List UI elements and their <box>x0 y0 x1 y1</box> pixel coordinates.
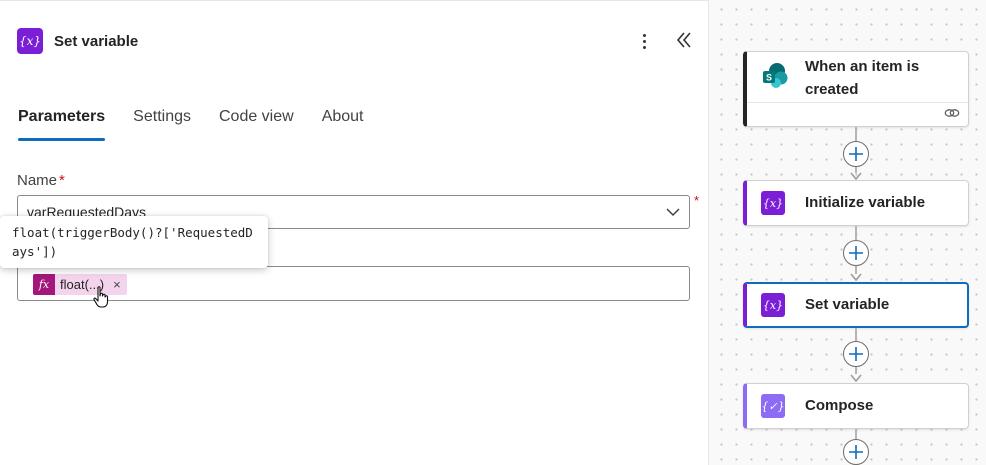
add-step-button[interactable] <box>843 439 869 465</box>
plus-icon <box>849 347 863 361</box>
compose-node[interactable]: {✓} Compose <box>743 383 969 429</box>
properties-panel: {x} Set variable Parameters Settings Cod… <box>0 0 708 465</box>
add-step-button[interactable] <box>843 240 869 266</box>
arrow-down-icon <box>850 273 862 281</box>
variable-icon: {x} <box>761 293 785 317</box>
tab-code-view[interactable]: Code view <box>219 105 294 141</box>
remove-token-button[interactable]: × <box>113 277 121 292</box>
panel-title: Set variable <box>54 32 139 50</box>
initialize-variable-node[interactable]: {x} Initialize variable <box>743 180 969 226</box>
value-input[interactable]: fx float(...) × <box>17 266 690 301</box>
sharepoint-icon: S <box>763 63 788 88</box>
connector-line <box>855 328 857 341</box>
variable-icon: {x} <box>761 191 785 215</box>
more-dot-icon <box>642 45 646 49</box>
hand-pointer-icon <box>93 286 109 308</box>
plus-icon <box>849 445 863 459</box>
collapse-panel-button[interactable] <box>674 29 694 51</box>
node-divider <box>747 102 968 103</box>
tooltip-expression: float(triggerBody()?['RequestedDays']) <box>12 225 253 259</box>
connector-line <box>855 367 857 374</box>
trigger-node-label: When an item is created <box>805 58 920 98</box>
required-marker: * <box>59 172 65 189</box>
set-variable-label: Set variable <box>805 296 890 313</box>
svg-text:S: S <box>766 73 772 83</box>
add-step-button[interactable] <box>843 341 869 367</box>
name-label-text: Name <box>17 172 58 189</box>
compose-label: Compose <box>805 397 874 414</box>
more-dot-icon <box>642 39 646 43</box>
connector-line <box>855 127 857 141</box>
arrow-down-icon <box>850 374 862 382</box>
double-chevron-left-icon <box>676 32 691 48</box>
name-field-label: Name * <box>17 172 65 189</box>
panel-header: {x} Set variable <box>17 27 138 55</box>
expression-tooltip: float(triggerBody()?['RequestedDays']) <box>0 216 268 268</box>
chevron-down-icon <box>666 208 680 217</box>
connector-line <box>855 226 857 240</box>
tab-parameters[interactable]: Parameters <box>18 105 106 141</box>
arrow-down-icon <box>850 172 862 180</box>
flow-canvas[interactable]: S When an item is created {x} Initialize… <box>708 0 986 465</box>
tab-list: Parameters Settings Code view About <box>18 105 392 141</box>
add-step-button[interactable] <box>843 141 869 167</box>
trigger-node[interactable]: S When an item is created <box>743 51 969 127</box>
initialize-variable-label: Initialize variable <box>805 194 926 211</box>
plus-icon <box>849 147 863 161</box>
function-icon: fx <box>33 274 55 295</box>
plus-icon <box>849 246 863 260</box>
tab-about[interactable]: About <box>322 105 364 141</box>
more-options-button[interactable] <box>636 29 652 53</box>
more-dot-icon <box>642 33 646 37</box>
value-required-marker: * <box>694 193 700 208</box>
connector-line <box>855 429 857 439</box>
set-variable-node[interactable]: {x} Set variable <box>743 282 969 328</box>
compose-icon: {✓} <box>761 394 785 418</box>
link-icon <box>944 109 960 117</box>
tab-settings[interactable]: Settings <box>133 105 191 141</box>
expression-token[interactable]: fx float(...) × <box>33 274 127 295</box>
variable-icon: {x} <box>17 28 43 54</box>
